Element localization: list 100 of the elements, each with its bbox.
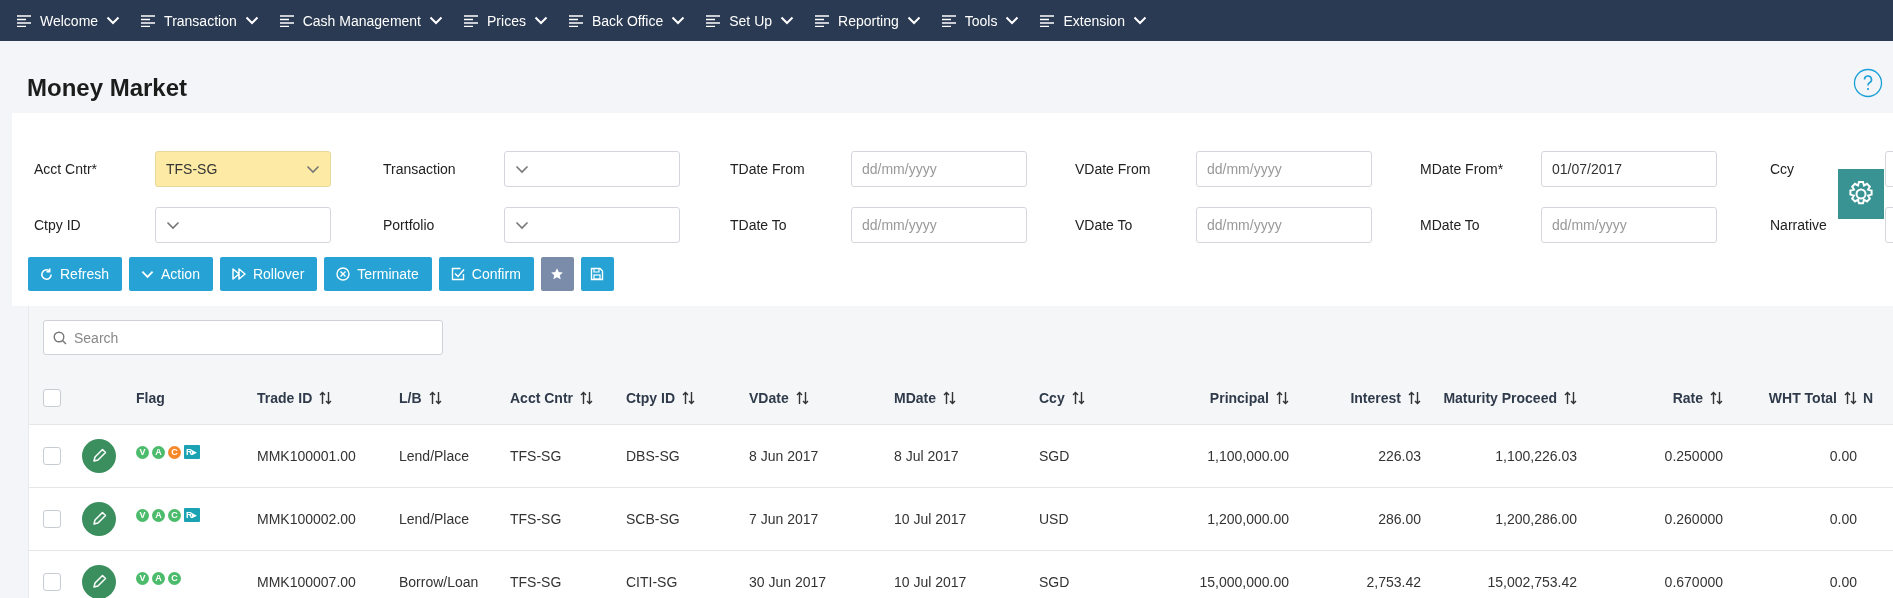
filter-label: Portfolio: [383, 217, 436, 233]
chevron-down-icon: [533, 16, 548, 25]
filter-label: VDate To: [1075, 217, 1134, 233]
filter-label: Transaction: [383, 161, 457, 177]
menu-item[interactable]: Reporting: [810, 12, 925, 29]
date-field[interactable]: dd/mm/yyyy: [1541, 207, 1717, 243]
column-header[interactable]: Principal: [1209, 389, 1269, 406]
menu-item[interactable]: Back Office: [563, 12, 690, 29]
menu-item[interactable]: Transaction: [136, 12, 263, 29]
status-flag: C: [168, 508, 181, 522]
table-cell-text: 0.260000: [1663, 511, 1723, 527]
status-flag: R▸: [184, 445, 200, 459]
sort-icon[interactable]: [1408, 390, 1421, 405]
menu-item[interactable]: Tools: [936, 12, 1024, 29]
filter-label: Ccy: [1770, 161, 1796, 177]
menu-icon: [463, 14, 479, 27]
page-title: Money Market: [27, 74, 188, 102]
select-field[interactable]: [504, 151, 680, 187]
table-cell-text: 0.00: [1828, 511, 1857, 527]
date-field[interactable]: dd/mm/yyyy: [1196, 207, 1372, 243]
edit-button[interactable]: [82, 565, 116, 598]
table-cell-text: 1,100,000.00: [1206, 448, 1289, 464]
table-cell-text: 1,100,226.03: [1494, 448, 1577, 464]
sort-icon[interactable]: [1276, 390, 1289, 405]
sort-icon[interactable]: [1564, 390, 1577, 405]
column-header[interactable]: VDate: [749, 389, 789, 406]
date-field[interactable]: 01/07/2017: [1541, 151, 1717, 187]
table-cell-text: 10 Jul 2017: [894, 574, 968, 590]
column-header: N: [1863, 389, 1874, 406]
table-cell-text: 1,200,286.00: [1494, 511, 1577, 527]
chevron-down-icon: [106, 16, 121, 25]
column-header[interactable]: Acct Cntr: [510, 389, 573, 406]
column-header[interactable]: MDate: [894, 389, 936, 406]
edit-button[interactable]: [82, 439, 116, 473]
help-icon[interactable]: [1853, 68, 1883, 98]
filter-label: Ctpy ID: [34, 217, 82, 233]
star-button[interactable]: [540, 257, 574, 291]
menu-item[interactable]: Cash Management: [274, 12, 447, 29]
table-cell-text: CITI-SG: [626, 574, 679, 590]
table-cell-text: SGD: [1039, 574, 1071, 590]
select-field[interactable]: TFS-SG: [155, 151, 331, 187]
sort-icon[interactable]: [943, 390, 956, 405]
column-header[interactable]: WHT Total: [1768, 389, 1837, 406]
menu-icon: [278, 14, 295, 27]
filter-label: Acct Cntr*: [34, 161, 98, 177]
column-header[interactable]: Interest: [1350, 389, 1401, 406]
status-flag: R▸: [184, 508, 200, 522]
chevron-down-icon: [780, 16, 795, 25]
row-checkbox[interactable]: [43, 573, 61, 591]
date-field[interactable]: dd/mm/yyyy: [851, 151, 1027, 187]
column-header[interactable]: L/B: [399, 389, 422, 406]
sort-icon[interactable]: [1710, 390, 1723, 405]
chevron-down-icon: [1005, 16, 1020, 25]
sort-icon[interactable]: [682, 390, 695, 405]
save-button[interactable]: [580, 257, 614, 291]
settings-icon[interactable]: [1838, 169, 1884, 219]
table-cell-text: TFS-SG: [510, 511, 563, 527]
date-field[interactable]: dd/mm/yyyy: [851, 207, 1027, 243]
select-field[interactable]: [504, 207, 680, 243]
column-header[interactable]: Maturity Proceed: [1443, 389, 1557, 406]
edit-button[interactable]: [82, 502, 116, 536]
search-field[interactable]: Search: [43, 320, 443, 355]
status-flag: C: [168, 571, 181, 585]
column-header[interactable]: Trade ID: [257, 389, 313, 406]
sort-icon[interactable]: [795, 390, 809, 405]
sort-icon[interactable]: [1844, 390, 1857, 405]
select-field[interactable]: [155, 207, 331, 243]
chevron-down-icon: [429, 16, 443, 25]
table-cell-text: TFS-SG: [510, 574, 563, 590]
table-cell-text: 8 Jun 2017: [749, 448, 820, 464]
status-flag: A: [152, 508, 165, 522]
table-cell-text: 0.00: [1828, 574, 1857, 590]
table-cell-text: 2,753.42: [1365, 574, 1421, 590]
checkbox-tick-icon: [450, 267, 465, 281]
status-flag: A: [152, 571, 165, 585]
sort-icon[interactable]: [1071, 390, 1085, 405]
chevron-down-icon: [1132, 16, 1147, 25]
column-header[interactable]: Ctpy ID: [626, 389, 675, 406]
chevron-down-icon: [166, 220, 180, 230]
menu-item[interactable]: Welcome: [12, 12, 125, 29]
star-icon: [550, 267, 565, 281]
row-checkbox[interactable]: [43, 510, 61, 528]
select-all-checkbox[interactable]: [43, 388, 61, 407]
row-checkbox[interactable]: [43, 447, 61, 465]
column-header[interactable]: Rate: [1672, 389, 1703, 406]
menu-icon: [814, 14, 831, 27]
table-cell-text: MMK100002.00: [257, 511, 357, 527]
filter-label: Narrative: [1770, 217, 1828, 233]
menu-item[interactable]: Extension: [1035, 12, 1151, 29]
filter-label: VDate From: [1075, 161, 1152, 177]
menu-item[interactable]: Set Up: [701, 12, 799, 29]
sort-icon[interactable]: [428, 390, 442, 405]
menu-icon: [940, 14, 957, 27]
column-header[interactable]: Ccy: [1039, 389, 1065, 406]
filter-label: MDate From*: [1420, 161, 1505, 177]
menu-item[interactable]: Prices: [459, 12, 552, 29]
date-field[interactable]: dd/mm/yyyy: [1196, 151, 1372, 187]
column-header: Flag: [136, 389, 165, 406]
sort-icon[interactable]: [580, 390, 593, 405]
sort-icon[interactable]: [319, 390, 333, 405]
